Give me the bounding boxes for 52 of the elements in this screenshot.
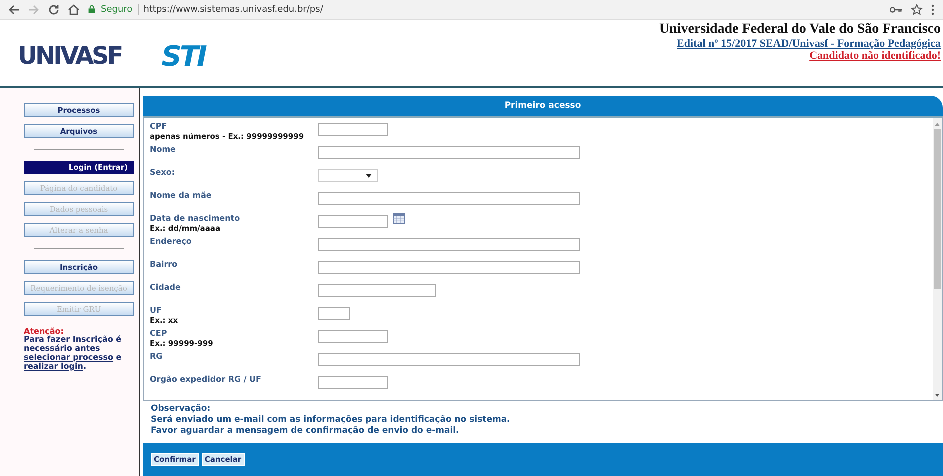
star-icon[interactable] [911, 4, 923, 16]
date-field[interactable] [318, 215, 388, 228]
field-label: Nome da mãe [150, 191, 213, 201]
notice-link[interactable]: Edital nº 15/2017 SEAD/Univasf - Formação Pedagógica [677, 38, 941, 50]
field-label: Endereço [150, 237, 193, 247]
field-label: Nome [150, 145, 177, 155]
dropdown-arrow-icon [366, 174, 372, 178]
scrollbar[interactable] [933, 118, 942, 400]
panel-title: Primeiro acesso [504, 101, 582, 111]
input-field[interactable] [318, 261, 580, 274]
sti-logo: STI [162, 40, 206, 72]
observation-text: Será enviado um e-mail com as informações para identificação no sistema. [151, 415, 512, 426]
input-field[interactable] [318, 146, 580, 159]
reload-icon[interactable] [48, 4, 60, 16]
input-field[interactable] [318, 353, 580, 366]
field-label: Cidade [150, 283, 182, 293]
security-label: Seguro [101, 4, 133, 14]
input-field[interactable] [318, 284, 436, 297]
observation-text: Favor aguardar a mensagem de confirmação de envio do e-mail. [151, 426, 460, 437]
input-field[interactable] [318, 330, 388, 343]
url-text[interactable]: https://www.sistemas.univasf.edu.br/ps/ [144, 4, 324, 14]
warning-text: Para fazer Inscrição é necessário antes selecionar processo e realizar login. [24, 336, 123, 372]
home-icon[interactable] [68, 4, 80, 16]
calendar-icon[interactable] [393, 213, 405, 224]
scroll-down-icon[interactable] [935, 394, 940, 397]
field-label: Sexo: [150, 168, 176, 178]
menu-icon[interactable] [931, 4, 935, 16]
field-label: CPF [150, 122, 168, 132]
input-field[interactable] [318, 238, 580, 251]
input-field[interactable] [318, 376, 388, 389]
input-field[interactable] [318, 192, 580, 205]
warning-title: Atenção: [24, 327, 64, 336]
field-label: Orgão expedidor RG / UF [150, 375, 262, 385]
warning-link[interactable]: realizar login [24, 362, 84, 371]
forward-icon[interactable] [28, 4, 40, 16]
observation-title: Observação: [151, 404, 212, 415]
lock-icon [88, 5, 96, 14]
field-label: RG [150, 352, 164, 362]
university-title: Universidade Federal do Vale do São Francisco [659, 22, 941, 38]
scroll-up-icon[interactable] [935, 123, 940, 126]
key-icon[interactable] [890, 6, 903, 14]
warning-link[interactable]: selecionar processo [24, 352, 114, 362]
field-label: Data de nascimento [150, 214, 242, 224]
input-field[interactable] [318, 123, 388, 136]
back-icon[interactable] [8, 4, 20, 16]
select-field[interactable] [318, 169, 378, 182]
field-label: Bairro [150, 260, 179, 270]
univasf-logo: UNIVASF [18, 42, 122, 70]
field-label: UF [150, 306, 163, 316]
status-link[interactable]: Candidato não identificado! [810, 50, 941, 62]
field-label: CEP [150, 329, 168, 339]
input-field[interactable] [318, 307, 350, 320]
